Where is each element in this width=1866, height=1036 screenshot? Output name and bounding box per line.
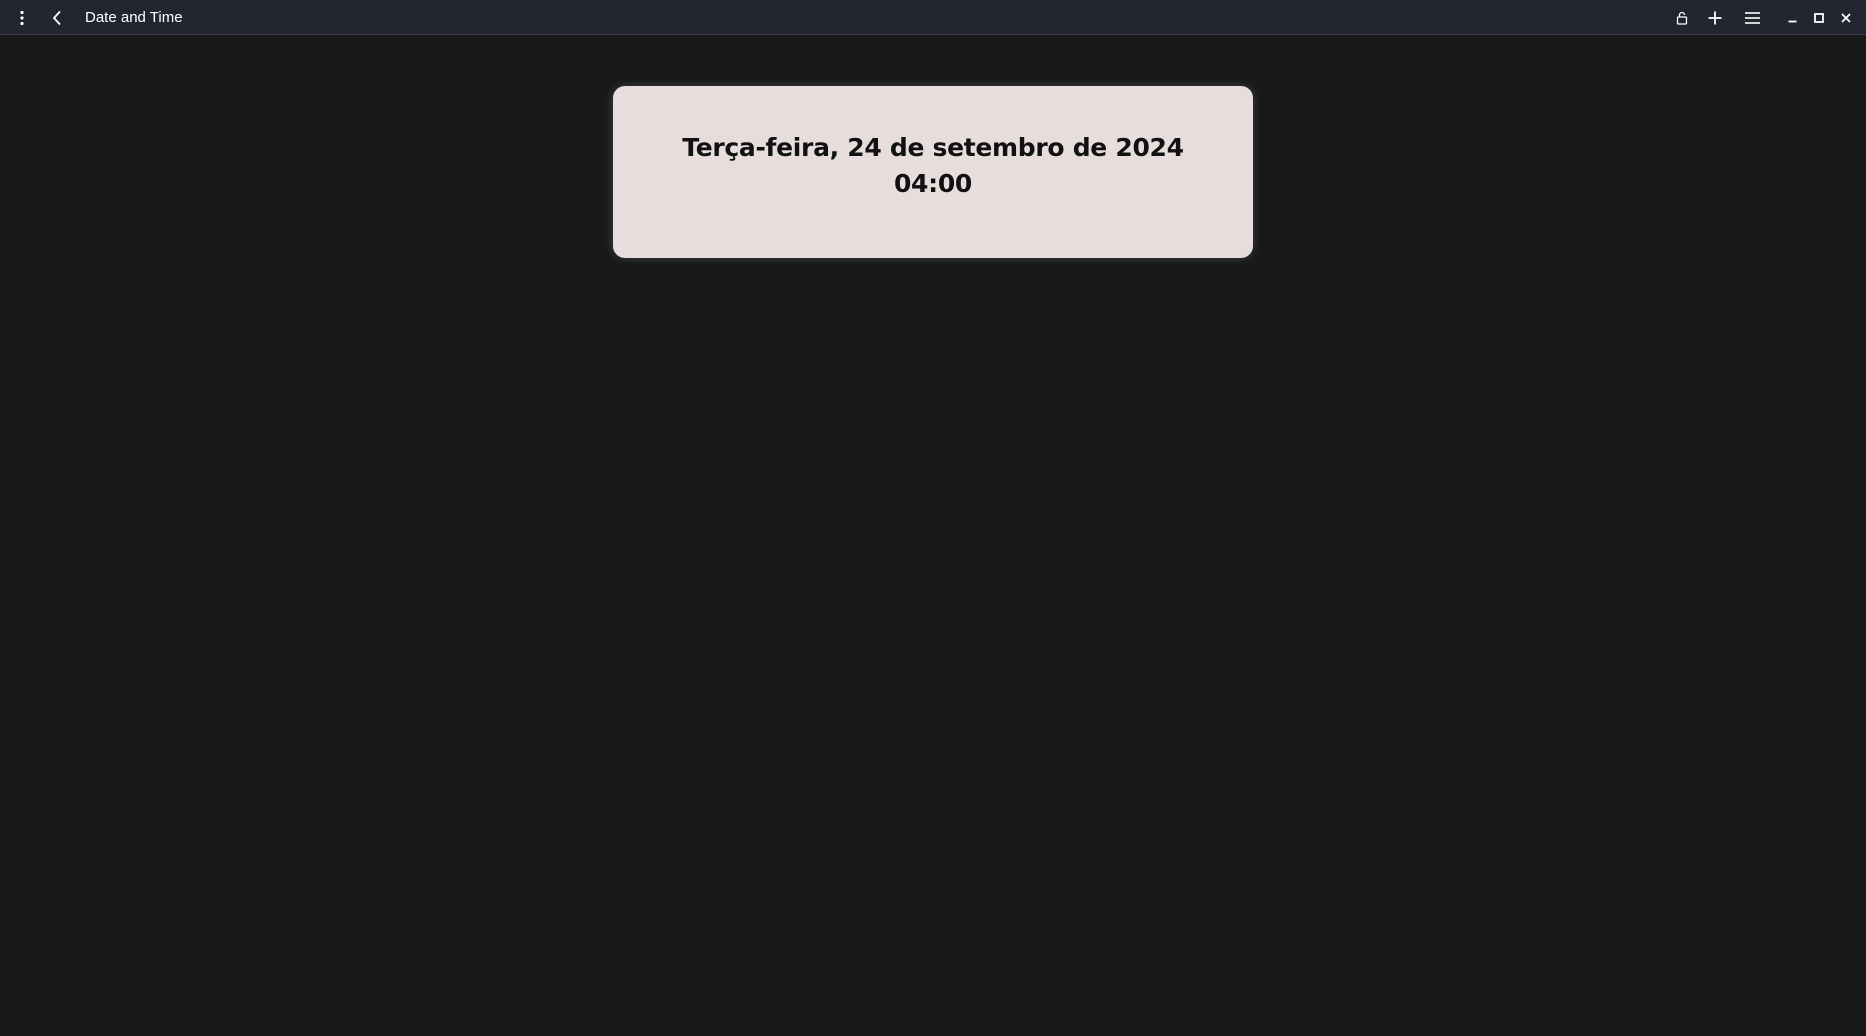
back-button[interactable] (47, 0, 67, 35)
title-bar: Date and Time (0, 0, 1866, 35)
lock-button[interactable] (1672, 0, 1692, 35)
close-icon (1841, 12, 1851, 23)
plus-icon (1708, 11, 1722, 24)
hamburger-menu-icon (1744, 11, 1760, 24)
chevron-left-icon (52, 10, 61, 25)
main-content: Terça-feira, 24 de setembro de 2024 04:0… (0, 36, 1866, 1036)
date-time-card: Terça-feira, 24 de setembro de 2024 04:0… (613, 86, 1253, 258)
hamburger-menu-button[interactable] (1742, 0, 1762, 35)
minimize-icon (1788, 20, 1796, 22)
maximize-button[interactable] (1810, 0, 1828, 35)
window-title: Date and Time (85, 9, 183, 26)
maximize-icon (1814, 12, 1824, 23)
close-button[interactable] (1837, 0, 1855, 35)
add-button[interactable] (1705, 0, 1725, 35)
minimize-button[interactable] (1783, 0, 1801, 35)
time-label: 04:00 (893, 169, 973, 198)
date-label: Terça-feira, 24 de setembro de 2024 (682, 133, 1184, 162)
kebab-menu-icon[interactable] (12, 0, 32, 35)
lock-icon (1676, 11, 1688, 25)
